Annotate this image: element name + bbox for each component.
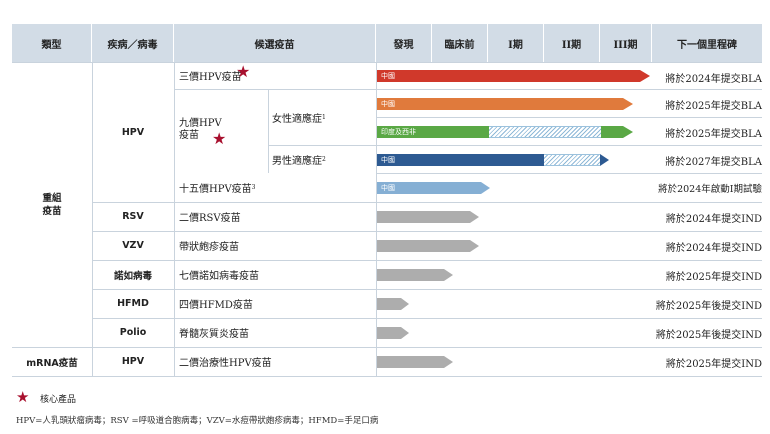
disease-vzv: VZV (122, 240, 144, 251)
progress-bar-noro (377, 269, 453, 281)
candidate-hpv3: 三價HPV疫苗 (179, 71, 242, 83)
grid-line (92, 202, 762, 203)
group-recombinant: 重組 疫苗 (42, 193, 62, 217)
bar-region-label: 中國 (381, 184, 395, 192)
legend-star-icon: ★ (16, 388, 30, 406)
abbreviation-footnote: HPV=人乳頭狀瘤病毒；RSV =呼吸道合胞病毒；VZV=水痘帶狀皰疹病毒；HF… (16, 416, 379, 426)
grid-line (92, 231, 762, 232)
bar-region-label: 中國 (381, 100, 395, 108)
header-disease: 疾病／病毒 (92, 24, 174, 62)
legend-core-product: 核心產品 (40, 395, 77, 405)
header-phase3: III期 (600, 24, 652, 62)
core-product-star-icon: ★ (212, 129, 227, 148)
progress-bar-hpv3: 中國 (377, 70, 650, 82)
candidate-hpv9-male: 男性適應症 2 (272, 151, 326, 167)
progress-bar-hpv9-female-china: 中國 (377, 98, 633, 110)
grid-line (174, 89, 762, 90)
grid-line (12, 376, 762, 377)
candidate-hpv15-label: 十五價HPV疫苗 (179, 183, 252, 195)
candidate-hpv15: 十五價HPV疫苗 3 (179, 179, 256, 195)
progress-bar-vzv (377, 240, 479, 252)
milestone-hpv3: 將於2024年提交BLA (665, 74, 762, 85)
progress-bar-hfmd (377, 298, 409, 310)
footnote-marker: 3 (251, 183, 256, 191)
disease-norovirus: 諾如病毒 (113, 270, 152, 282)
progress-bar-rsv (377, 211, 479, 223)
milestone-hfmd: 將於2025年後提交IND (655, 301, 762, 312)
header-preclinical: 臨床前 (432, 24, 488, 62)
disease-hpv: HPV (121, 126, 145, 138)
grid-line (268, 89, 269, 173)
grid-line (376, 117, 762, 118)
footnote-marker: 1 (322, 113, 326, 121)
bar-region-label: 中國 (381, 156, 395, 164)
candidate-polio: 脊髓灰質炎疫苗 (179, 328, 249, 340)
header-phase1: I期 (488, 24, 544, 62)
grid-line (174, 62, 175, 376)
disease-mrna-hpv: HPV (121, 356, 145, 367)
candidate-hpv9-male-label: 男性適應症 (272, 155, 322, 167)
disease-rsv: RSV (122, 211, 144, 222)
bar-region-label: 中國 (381, 72, 395, 80)
milestone-hpv9-female-china: 將於2025年提交BLA (665, 101, 762, 112)
progress-bar-mrna-hpv (377, 356, 453, 368)
grid-line (268, 145, 762, 146)
header-type: 類型 (12, 24, 92, 62)
milestone-noro: 將於2025年提交IND (665, 272, 762, 283)
disease-hfmd: HFMD (117, 298, 149, 309)
candidate-hfmd: 四價HFMD疫苗 (179, 299, 253, 311)
progress-bar-polio (377, 327, 409, 339)
candidate-hpv9-female: 女性適應症 1 (272, 109, 326, 125)
grid-line (376, 173, 762, 174)
grid-line (92, 289, 762, 290)
milestone-hpv15: 將於2024年啟動I期試驗 (658, 184, 762, 195)
header-milestone: 下一個里程碑 (652, 24, 762, 62)
grid-line (92, 260, 762, 261)
header-candidate: 候選疫苗 (174, 24, 376, 62)
grid-line (92, 318, 762, 319)
footnote-marker: 2 (322, 155, 326, 163)
milestone-hpv9-male: 將於2027年提交BLA (665, 157, 762, 168)
milestone-hpv9-female-india: 將於2025年提交BLA (665, 129, 762, 140)
progress-bar-hpv9-male: 中國 (377, 154, 609, 166)
progress-bar-hpv15: 中國 (377, 182, 490, 194)
group-mrna: mRNA疫苗 (26, 357, 78, 369)
bar-region-label: 印度及西非 (381, 128, 416, 136)
milestone-mrna-hpv: 將於2025年提交IND (665, 359, 762, 370)
milestone-polio: 將於2025年後提交IND (655, 330, 762, 341)
candidate-mrna-hpv: 二價治療性HPV疫苗 (179, 357, 272, 369)
header-phase2: II期 (544, 24, 600, 62)
milestone-rsv: 將於2024年提交IND (665, 214, 762, 225)
disease-polio: Polio (119, 327, 147, 338)
candidate-noro: 七價諾如病毒疫苗 (179, 270, 259, 282)
candidate-rsv: 二價RSV疫苗 (179, 212, 241, 224)
candidate-vzv: 帶狀皰疹疫苗 (179, 241, 239, 253)
header-discovery: 發現 (376, 24, 432, 62)
progress-bar-hpv9-female-india: 印度及西非 (377, 126, 633, 138)
candidate-hpv9-female-label: 女性適應症 (272, 113, 322, 125)
milestone-vzv: 將於2024年提交IND (665, 243, 762, 254)
core-product-star-icon: ★ (236, 62, 251, 81)
